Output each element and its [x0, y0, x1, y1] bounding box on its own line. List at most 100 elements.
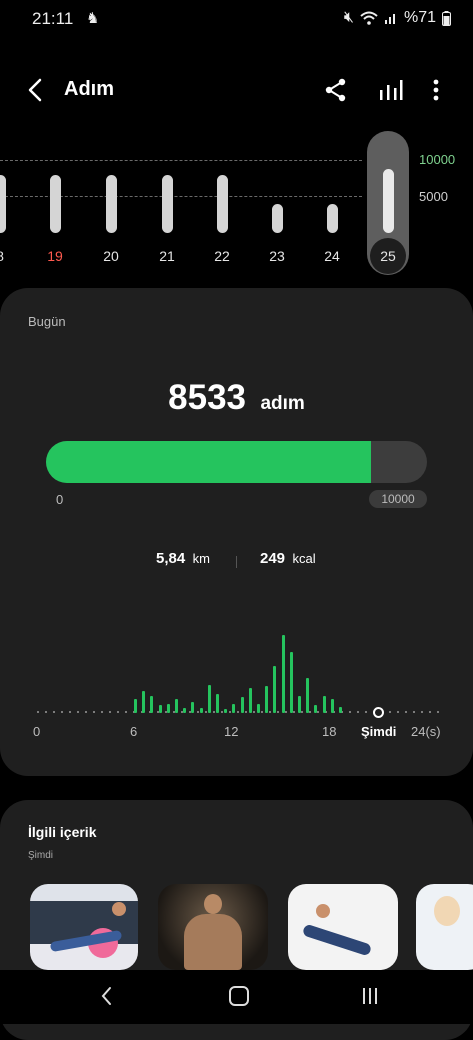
- page-title: Adım: [64, 78, 114, 100]
- baseline-dot: [93, 711, 95, 713]
- now-marker: [373, 707, 384, 718]
- step-unit: adım: [260, 393, 305, 414]
- progress-goal-badge: 10000: [369, 490, 427, 508]
- week-day-23[interactable]: 23: [257, 248, 297, 264]
- week-bar-22[interactable]: [217, 174, 228, 233]
- mute-icon: 🔇︎: [343, 9, 354, 26]
- hour-tick-12: 12: [224, 724, 239, 739]
- baseline-dot: [253, 711, 255, 713]
- calories-value: 249: [260, 550, 286, 567]
- week-day-8[interactable]: 8: [0, 248, 20, 264]
- week-day-24[interactable]: 24: [312, 248, 352, 264]
- baseline-dot: [309, 711, 311, 713]
- baseline-dot: [197, 711, 199, 713]
- hour-bar: [191, 702, 195, 713]
- hour-bar: [298, 695, 301, 713]
- baseline-dot: [229, 711, 231, 713]
- baseline-dot: [53, 711, 55, 713]
- today-label: Bugün: [28, 314, 66, 329]
- hour-bar: [207, 684, 211, 713]
- baseline-dot: [125, 711, 127, 713]
- hour-bar: [265, 685, 269, 713]
- person-figure: [434, 896, 460, 926]
- person-figure: [204, 894, 222, 914]
- person-body: [301, 923, 373, 957]
- baseline-dot: [69, 711, 71, 713]
- week-bar-24[interactable]: [327, 203, 338, 233]
- baseline-dot: [365, 711, 367, 713]
- content-thumbnail-3[interactable]: [288, 884, 398, 970]
- goal-label-10000: 10000: [419, 152, 456, 167]
- step-progress-bar: [46, 441, 427, 483]
- baseline-dot: [205, 711, 207, 713]
- distance-unit: km: [192, 551, 210, 566]
- hour-bar: [224, 709, 228, 713]
- week-bar-21[interactable]: [162, 174, 173, 233]
- hour-bar: [306, 677, 310, 713]
- distance-stat: 5,84 km: [156, 550, 210, 568]
- person-figure: [112, 902, 126, 916]
- hour-bar: [257, 703, 260, 713]
- nav-back-icon[interactable]: [97, 984, 117, 1008]
- hour-bar: [175, 698, 178, 713]
- nav-recents-icon[interactable]: [360, 986, 380, 1006]
- baseline-dot: [101, 711, 103, 713]
- content-thumbnail-1[interactable]: [30, 884, 138, 970]
- week-day-20[interactable]: 20: [91, 248, 131, 264]
- week-bar-25[interactable]: [383, 169, 394, 233]
- today-card[interactable]: [0, 288, 473, 776]
- hour-bar: [330, 698, 334, 713]
- related-title: İlgili içerik: [28, 824, 97, 840]
- trends-chart-icon[interactable]: [377, 76, 405, 104]
- share-icon[interactable]: [322, 76, 350, 104]
- week-day-selected[interactable]: 25: [368, 248, 408, 264]
- hour-bar: [281, 635, 285, 713]
- hour-bar: [339, 706, 342, 713]
- week-bar-20[interactable]: [106, 174, 117, 233]
- content-thumbnail-4[interactable]: [416, 884, 473, 970]
- hour-bar: [183, 707, 187, 713]
- baseline-dot: [237, 711, 239, 713]
- notification-icon: ♞: [86, 10, 100, 27]
- step-count-row: 8533 adım: [0, 378, 473, 418]
- person-body: [184, 914, 242, 970]
- baseline-dot: [213, 711, 215, 713]
- hour-bar: [232, 703, 236, 713]
- week-day-21[interactable]: 21: [147, 248, 187, 264]
- baseline-dot: [421, 711, 423, 713]
- baseline-dot: [245, 711, 247, 713]
- baseline-dot: [109, 711, 111, 713]
- nav-home-icon[interactable]: [229, 986, 249, 1006]
- more-options-icon[interactable]: [422, 76, 450, 104]
- content-thumbnail-2[interactable]: [158, 884, 268, 970]
- back-arrow-icon[interactable]: [22, 76, 50, 104]
- baseline-dot: [301, 711, 303, 713]
- hour-bar: [248, 688, 252, 713]
- hour-tick-18: 18: [322, 724, 337, 739]
- step-count: 8533: [168, 378, 247, 417]
- hour-bar: [134, 698, 137, 713]
- hour-bar: [166, 703, 170, 713]
- hour-bar: [150, 695, 154, 713]
- baseline-dot: [77, 711, 79, 713]
- progress-min-label: 0: [56, 492, 64, 507]
- person-figure: [316, 904, 330, 918]
- week-bar-19[interactable]: [50, 174, 61, 233]
- baseline-dot: [349, 711, 351, 713]
- hour-end-label: 24(s): [411, 724, 441, 739]
- calories-unit: kcal: [292, 551, 316, 566]
- status-bar: 21:11 ♞ 🔇︎ %71: [0, 0, 473, 38]
- goal-line-10000: [0, 160, 362, 161]
- week-bar-23[interactable]: [272, 203, 283, 233]
- hour-bar: [240, 697, 244, 713]
- wifi-icon: [360, 11, 378, 25]
- week-day-19[interactable]: 19: [35, 248, 75, 264]
- baseline-dot: [389, 711, 391, 713]
- baseline-dot: [397, 711, 399, 713]
- baseline-dot: [293, 711, 295, 713]
- battery-percent: %71: [403, 9, 436, 26]
- hour-tick-0: 0: [33, 724, 41, 739]
- related-subtitle: Şimdi: [28, 850, 54, 861]
- week-day-22[interactable]: 22: [202, 248, 242, 264]
- week-bar-8[interactable]: [0, 174, 6, 233]
